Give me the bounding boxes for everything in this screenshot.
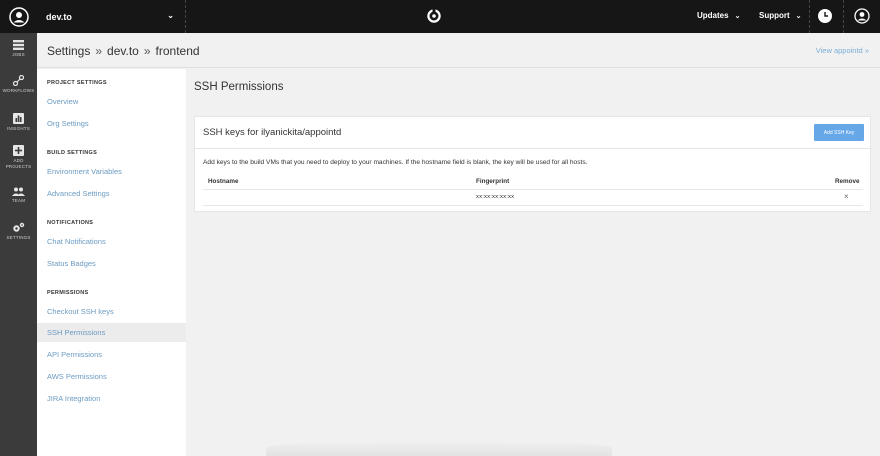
sidebar-item-checkout-ssh-keys[interactable]: Checkout SSH keys — [37, 302, 186, 321]
circleci-logo-icon[interactable] — [427, 9, 441, 23]
nav-item-settings[interactable]: SETTINGS — [0, 222, 37, 240]
sidebar-item-status-badges[interactable]: Status Badges — [37, 254, 186, 273]
column-header-fingerprint: Fingerprint — [476, 178, 510, 185]
nav-item-workflows[interactable]: WORKFLOWS — [0, 75, 37, 93]
section-permissions: PERMISSIONS — [47, 290, 89, 296]
support-menu[interactable]: Support ⌄ — [759, 11, 802, 20]
sidebar-item-ssh-permissions[interactable]: SSH Permissions — [37, 323, 186, 342]
add-projects-icon — [13, 145, 24, 156]
left-nav: JOBS WORKFLOWS INSIGHTS ADD PROJECTS TEA… — [0, 33, 37, 456]
table-divider — [203, 205, 863, 206]
settings-sidebar: PROJECT SETTINGS Overview Org Settings B… — [37, 69, 186, 456]
nav-item-team[interactable]: TEAM — [0, 187, 37, 203]
section-notifications: NOTIFICATIONS — [47, 220, 94, 226]
nav-item-add-projects[interactable]: ADD PROJECTS — [0, 145, 37, 170]
column-header-hostname: Hostname — [208, 178, 239, 185]
sidebar-item-jira-integration[interactable]: JIRA Integration — [37, 389, 186, 408]
gears-icon — [13, 222, 25, 232]
nav-label: INSIGHTS — [7, 126, 30, 131]
sidebar-item-api-permissions[interactable]: API Permissions — [37, 345, 186, 364]
divider — [843, 0, 844, 33]
view-project-link[interactable]: View appointd » — [816, 46, 869, 55]
nav-item-insights[interactable]: INSIGHTS — [0, 113, 37, 131]
support-label: Support — [759, 11, 790, 20]
divider — [809, 0, 810, 33]
nav-label: SETTINGS — [6, 235, 31, 240]
sidebar-item-overview[interactable]: Overview — [37, 92, 186, 111]
chevron-down-icon: ⌄ — [167, 11, 174, 20]
breadcrumb-separator: » — [143, 44, 151, 58]
breadcrumb: Settings » dev.to » frontend — [47, 44, 200, 58]
sidebar-item-environment-variables[interactable]: Environment Variables — [37, 162, 186, 181]
sidebar-item-org-settings[interactable]: Org Settings — [37, 114, 186, 133]
workflows-icon — [13, 75, 24, 86]
breadcrumb-project[interactable]: frontend — [156, 44, 200, 58]
breadcrumb-org[interactable]: dev.to — [107, 44, 139, 58]
sidebar-item-advanced-settings[interactable]: Advanced Settings — [37, 184, 186, 203]
nav-label: TEAM — [11, 198, 26, 203]
bottom-shadow — [266, 440, 612, 456]
nav-item-jobs[interactable]: JOBS — [0, 40, 37, 57]
nav-label: ADD PROJECTS — [5, 158, 32, 169]
remove-key-button[interactable]: × — [844, 192, 849, 201]
updates-menu[interactable]: Updates ⌄ — [697, 11, 740, 20]
section-project-settings: PROJECT SETTINGS — [47, 80, 107, 86]
cell-fingerprint: xx:xx:xx:xx:xx — [476, 194, 515, 200]
column-header-remove: Remove — [835, 178, 860, 185]
clock-icon[interactable] — [817, 8, 833, 24]
user-avatar-icon — [8, 6, 29, 27]
top-bar: dev.to ⌄ Updates ⌄ Support ⌄ — [0, 0, 880, 33]
section-build-settings: BUILD SETTINGS — [47, 150, 98, 156]
chevron-down-icon: ⌄ — [795, 13, 802, 20]
org-switcher[interactable]: dev.to ⌄ — [37, 0, 186, 33]
nav-label: WORKFLOWS — [2, 88, 35, 93]
main-content: SSH Permissions SSH keys for ilyanickita… — [186, 69, 880, 456]
divider — [185, 0, 186, 33]
sidebar-item-chat-notifications[interactable]: Chat Notifications — [37, 232, 186, 251]
insights-icon — [13, 113, 24, 124]
page-title: SSH Permissions — [194, 81, 284, 93]
breadcrumb-settings[interactable]: Settings — [47, 44, 90, 58]
list-icon — [13, 40, 24, 50]
add-ssh-key-button[interactable]: Add SSH Key — [814, 124, 864, 141]
profile-icon[interactable] — [854, 8, 870, 24]
sidebar-item-aws-permissions[interactable]: AWS Permissions — [37, 367, 186, 386]
nav-label: JOBS — [12, 52, 25, 57]
card-header: SSH keys for ilyanickita/appointd Add SS… — [195, 117, 872, 149]
breadcrumb-separator: » — [95, 44, 103, 58]
table-divider — [203, 189, 863, 190]
updates-label: Updates — [697, 11, 729, 20]
user-avatar[interactable] — [0, 0, 37, 33]
chevron-down-icon: ⌄ — [734, 13, 741, 20]
team-icon — [12, 187, 25, 196]
ssh-keys-card: SSH keys for ilyanickita/appointd Add SS… — [194, 116, 872, 212]
org-name: dev.to — [46, 11, 72, 22]
page-header: Settings » dev.to » frontend View appointd » — [37, 33, 880, 68]
ssh-description: Add keys to the build VMs that you need … — [203, 159, 588, 166]
card-title: SSH keys for ilyanickita/appointd — [203, 127, 342, 138]
